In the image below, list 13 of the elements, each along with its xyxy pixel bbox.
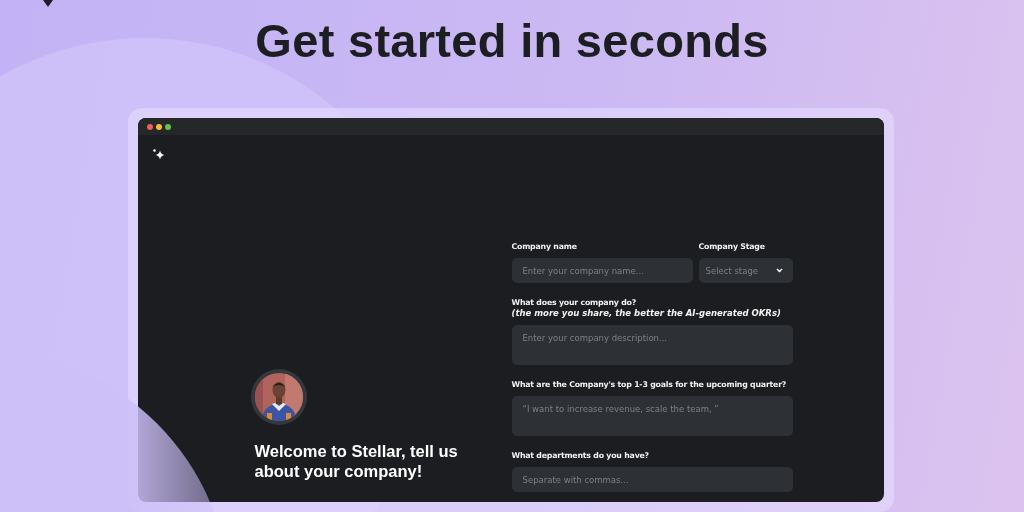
stage-select[interactable]: Select stage xyxy=(698,258,793,283)
welcome-heading: Welcome to Stellar, tell us about your company! xyxy=(254,441,459,481)
text-area[interactable]: Enter your company description... xyxy=(511,325,793,365)
close-dot-icon[interactable] xyxy=(146,123,153,130)
logo-mark-icon xyxy=(43,0,53,7)
minimize-dot-icon[interactable] xyxy=(155,123,162,130)
text-area[interactable]: “I want to increase revenue, scale the team, ” xyxy=(511,396,793,436)
field-hint: (the more you share, the better the AI-generated OKRs) xyxy=(511,308,782,319)
maximize-dot-icon[interactable] xyxy=(164,123,171,130)
headline: Get started in seconds xyxy=(255,14,769,68)
text-field[interactable]: Enter your company name... xyxy=(511,258,693,283)
chevron-down-icon xyxy=(775,268,783,273)
text-field[interactable]: Separate with commas... xyxy=(511,467,793,492)
